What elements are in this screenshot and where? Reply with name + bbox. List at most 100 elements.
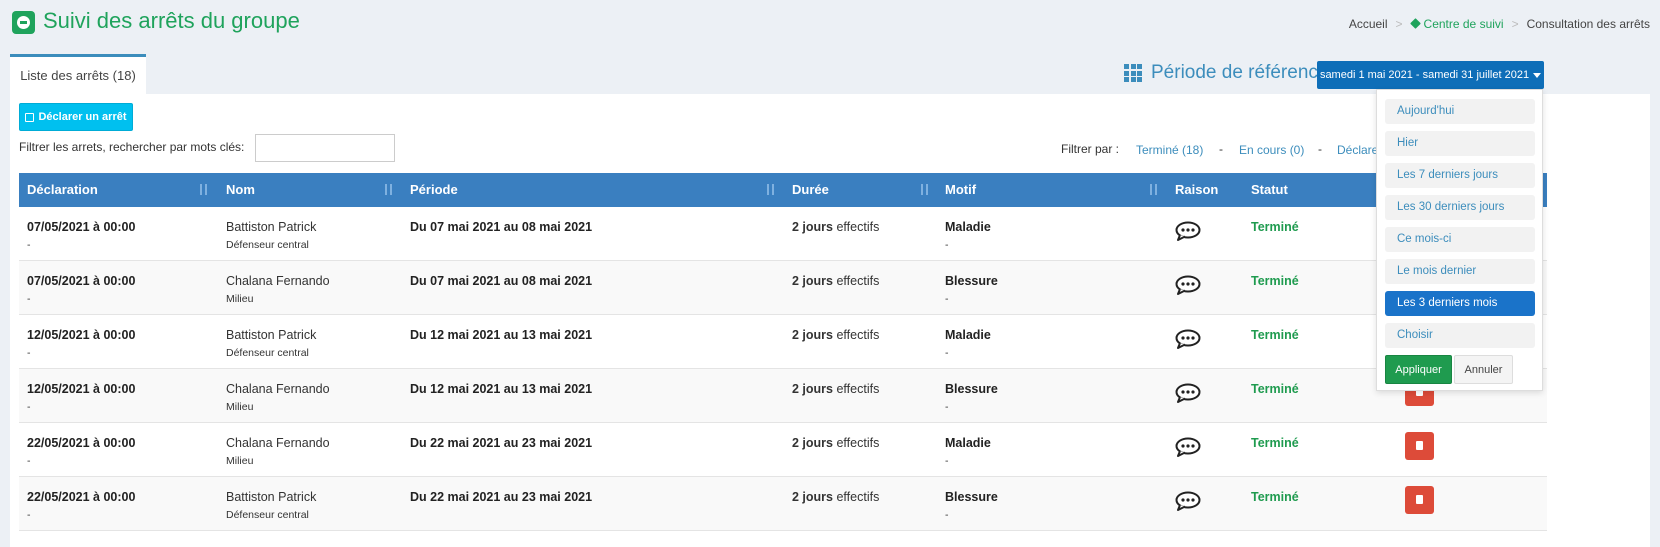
column-periode[interactable]: Période: [410, 173, 458, 207]
sort-icon[interactable]: [1147, 184, 1159, 196]
status-badge: Terminé: [1251, 220, 1299, 234]
duration: 2 jours effectifs: [792, 490, 879, 504]
declaration-sub: -: [27, 293, 31, 305]
motif: Blessure: [945, 490, 998, 504]
caret-down-icon: [1533, 72, 1542, 78]
period-range: Du 22 mai 2021 au 23 mai 2021: [410, 490, 593, 504]
person-name: Chalana Fernando: [226, 274, 330, 288]
range-option[interactable]: Le mois dernier: [1385, 259, 1535, 284]
cancel-button[interactable]: Annuler: [1454, 355, 1513, 384]
motif: Blessure: [945, 274, 998, 288]
minus-circle-icon: [12, 11, 35, 34]
comment-dots-icon[interactable]: [1175, 221, 1201, 241]
declaration-sub: -: [27, 239, 31, 251]
table-row: 22/05/2021 à 00:00 - Battiston Patrick D…: [19, 477, 1547, 531]
sort-icon[interactable]: [197, 184, 209, 196]
person-role: Milieu: [226, 401, 254, 413]
filter-declare[interactable]: Déclare: [1337, 143, 1378, 157]
duration: 2 jours effectifs: [792, 382, 879, 396]
duration: 2 jours effectifs: [792, 328, 879, 342]
declare-button[interactable]: Déclarer un arrêt: [19, 103, 133, 131]
person-role: Milieu: [226, 293, 254, 305]
breadcrumb-home[interactable]: Accueil: [1349, 17, 1388, 31]
comment-dots-icon[interactable]: [1175, 491, 1201, 511]
duration: 2 jours effectifs: [792, 436, 879, 450]
period-label: Période de référence: [1124, 62, 1328, 84]
breadcrumb-separator: >: [1395, 17, 1403, 31]
declaration-sub: -: [27, 347, 31, 359]
comment-dots-icon[interactable]: [1175, 275, 1201, 295]
filter-termine[interactable]: Terminé (18): [1136, 143, 1203, 157]
apply-button[interactable]: Appliquer: [1385, 355, 1452, 384]
declaration-sub: -: [27, 401, 31, 413]
status-badge: Terminé: [1251, 382, 1299, 396]
person-name: Chalana Fernando: [226, 436, 330, 450]
declaration-date: 12/05/2021 à 00:00: [27, 328, 136, 342]
period-range: Du 12 mai 2021 au 13 mai 2021: [410, 382, 593, 396]
person-name: Chalana Fernando: [226, 382, 330, 396]
breadcrumb-centre[interactable]: Centre de suivi: [1409, 17, 1504, 31]
table-body: 07/05/2021 à 00:00 - Battiston Patrick D…: [19, 207, 1547, 531]
comment-dots-icon[interactable]: [1175, 329, 1201, 349]
duration-days: 2 jours: [792, 382, 833, 396]
grid-icon: [1124, 64, 1142, 82]
delete-button[interactable]: [1405, 486, 1434, 514]
filter-separator: -: [1318, 142, 1322, 156]
status-badge: Terminé: [1251, 328, 1299, 342]
range-option[interactable]: Les 7 derniers jours: [1385, 163, 1535, 188]
duration-suffix: effectifs: [836, 382, 880, 396]
delete-button[interactable]: [1405, 432, 1434, 460]
range-option-custom[interactable]: Choisir: [1385, 323, 1535, 348]
column-duree[interactable]: Durée: [792, 173, 829, 207]
declaration-date: 22/05/2021 à 00:00: [27, 436, 136, 450]
status-badge: Terminé: [1251, 436, 1299, 450]
page-header: Suivi des arrêts du groupe Accueil > Cen…: [0, 0, 1660, 52]
duration-suffix: effectifs: [836, 328, 880, 342]
range-option[interactable]: Ce mois-ci: [1385, 227, 1535, 252]
duration: 2 jours effectifs: [792, 220, 879, 234]
duration-days: 2 jours: [792, 220, 833, 234]
search-input[interactable]: [255, 134, 395, 162]
person-role: Défenseur central: [226, 239, 309, 251]
person-role: Défenseur central: [226, 509, 309, 521]
motif: Maladie: [945, 328, 991, 342]
tab-liste-arrets[interactable]: Liste des arrêts (18): [10, 54, 146, 94]
table-row: 12/05/2021 à 00:00 - Chalana Fernando Mi…: [19, 369, 1547, 423]
column-nom[interactable]: Nom: [226, 173, 255, 207]
range-option[interactable]: Les 30 derniers jours: [1385, 195, 1535, 220]
motif-sub: -: [945, 293, 949, 305]
breadcrumb: Accueil > Centre de suivi > Consultation…: [1349, 17, 1650, 31]
sort-icon[interactable]: [764, 184, 776, 196]
declaration-date: 22/05/2021 à 00:00: [27, 490, 136, 504]
declaration-date: 12/05/2021 à 00:00: [27, 382, 136, 396]
edit-icon: [25, 112, 35, 122]
filter-en-cours[interactable]: En cours (0): [1239, 143, 1304, 157]
table-row: 22/05/2021 à 00:00 - Chalana Fernando Mi…: [19, 423, 1547, 477]
status-badge: Terminé: [1251, 490, 1299, 504]
person-name: Battiston Patrick: [226, 220, 317, 234]
motif-sub: -: [945, 455, 949, 467]
range-option[interactable]: Aujourd'hui: [1385, 99, 1535, 124]
motif-sub: -: [945, 347, 949, 359]
period-range: Du 07 mai 2021 au 08 mai 2021: [410, 274, 593, 288]
comment-dots-icon[interactable]: [1175, 383, 1201, 403]
column-motif[interactable]: Motif: [945, 173, 976, 207]
motif-sub: -: [945, 239, 949, 251]
duration-days: 2 jours: [792, 436, 833, 450]
duration-days: 2 jours: [792, 328, 833, 342]
sort-icon[interactable]: [918, 184, 930, 196]
comment-dots-icon[interactable]: [1175, 437, 1201, 457]
period-select-button[interactable]: samedi 1 mai 2021 - samedi 31 juillet 20…: [1317, 61, 1544, 89]
declare-button-label: Déclarer un arrêt: [38, 111, 127, 123]
table-row: 07/05/2021 à 00:00 - Chalana Fernando Mi…: [19, 261, 1547, 315]
filter-by-label: Filtrer par :: [1061, 142, 1120, 156]
duration-suffix: effectifs: [836, 436, 880, 450]
range-option[interactable]: Hier: [1385, 131, 1535, 156]
sort-icon[interactable]: [382, 184, 394, 196]
declaration-sub: -: [27, 455, 31, 467]
column-declaration[interactable]: Déclaration: [27, 173, 98, 207]
range-option-active[interactable]: Les 3 derniers mois: [1385, 291, 1535, 316]
declaration-date: 07/05/2021 à 00:00: [27, 220, 136, 234]
motif: Maladie: [945, 220, 991, 234]
declaration-date: 07/05/2021 à 00:00: [27, 274, 136, 288]
